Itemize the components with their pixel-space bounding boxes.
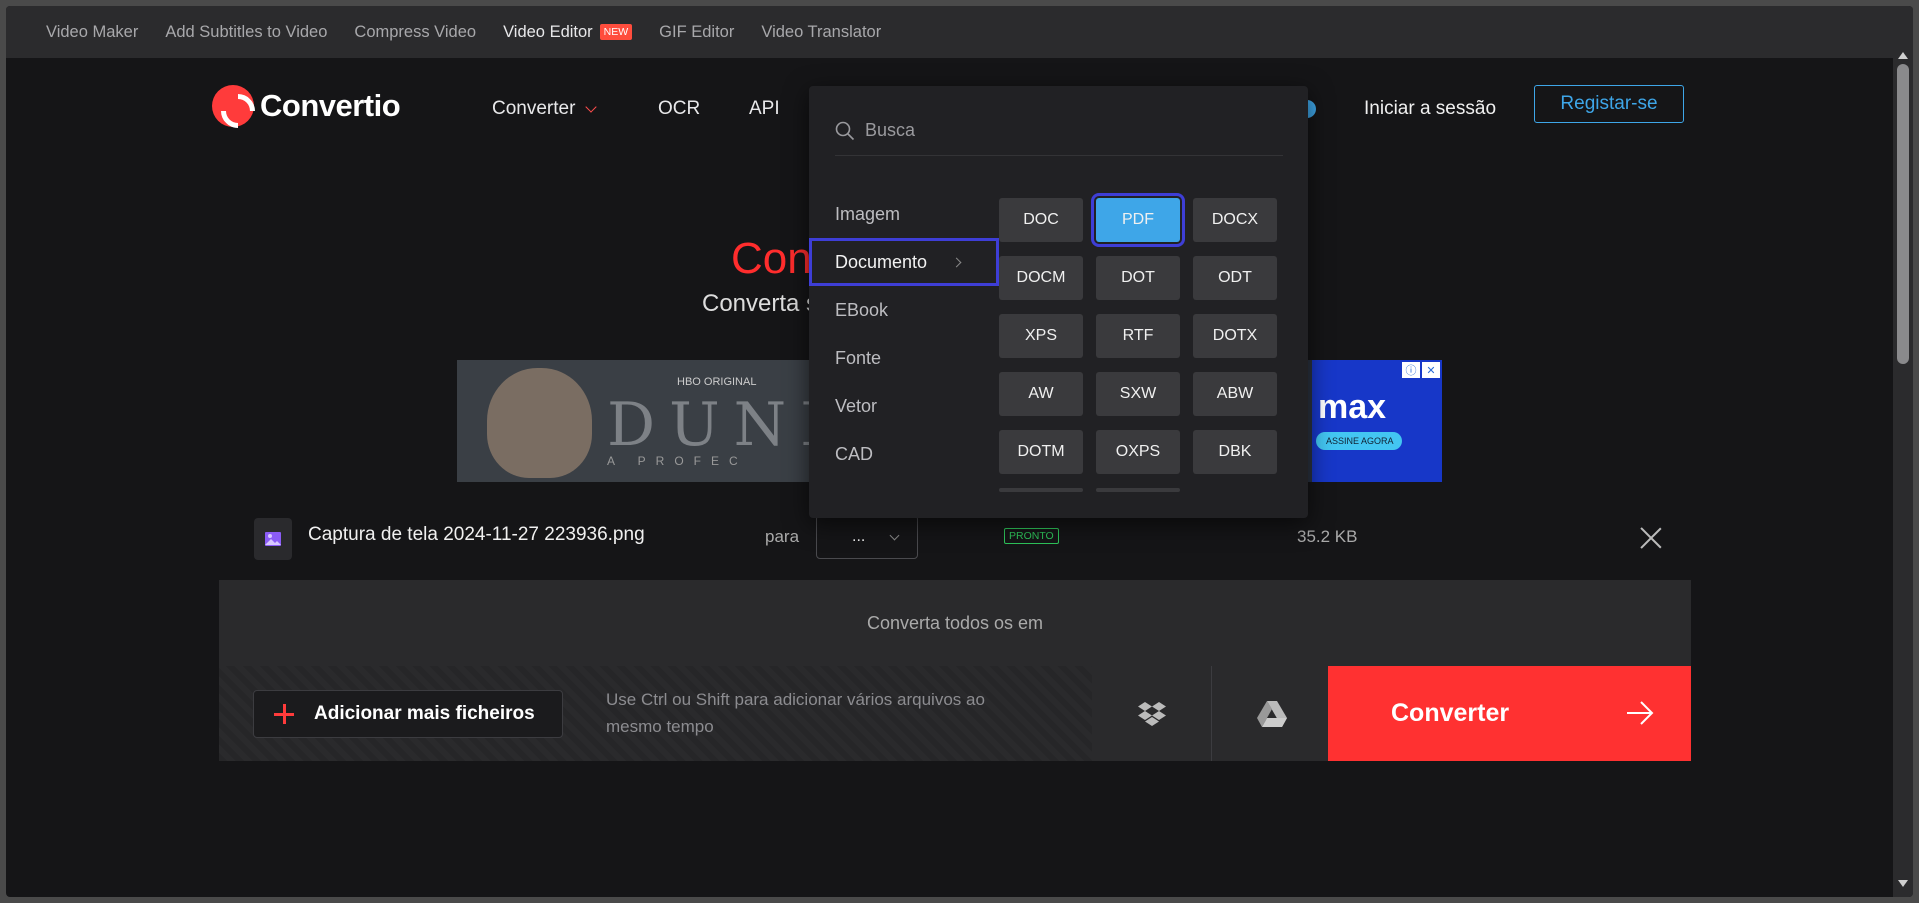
- format-doc[interactable]: DOC: [999, 198, 1083, 242]
- format-odt[interactable]: ODT: [1193, 256, 1277, 300]
- category-imagem[interactable]: Imagem: [809, 190, 999, 238]
- ad-portrait: [487, 368, 592, 478]
- remove-file-close-icon[interactable]: [1639, 526, 1663, 550]
- register-button[interactable]: Registar-se: [1534, 85, 1684, 123]
- page-title: Con: [731, 234, 812, 283]
- convert-all-label: Converta todos os em: [866, 612, 1044, 633]
- ad-close-icon[interactable]: ✕: [1422, 362, 1440, 378]
- ad-subtitle: A PROFEC: [607, 454, 748, 468]
- nav-ocr[interactable]: OCR: [658, 98, 700, 120]
- category-fonte[interactable]: Fonte: [809, 334, 999, 382]
- link-video-maker[interactable]: Video Maker: [46, 23, 138, 42]
- ad-info-icon[interactable]: ⓘ: [1402, 362, 1420, 378]
- format-dotm[interactable]: DOTM: [999, 430, 1083, 474]
- video-editor-label: Video Editor: [503, 22, 593, 41]
- scroll-up-arrow-icon[interactable]: [1898, 52, 1908, 59]
- scroll-down-arrow-icon[interactable]: [1898, 880, 1908, 887]
- dropbox-button[interactable]: [1092, 666, 1212, 761]
- category-cad[interactable]: CAD: [809, 430, 999, 478]
- multi-select-hint: Use Ctrl ou Shift para adicionar vários …: [606, 690, 985, 736]
- format-rtf[interactable]: RTF: [1096, 314, 1180, 358]
- ad-max-logo: max: [1318, 388, 1387, 426]
- status-badge: PRONTO: [1004, 528, 1059, 544]
- category-vetor[interactable]: Vetor: [809, 382, 999, 430]
- search-input[interactable]: Busca: [865, 120, 915, 141]
- ad-max-panel: max ASSINE AGORA: [1312, 360, 1442, 482]
- add-more-files-button[interactable]: Adicionar mais ficheiros: [253, 690, 563, 738]
- nav-converter-label: Converter: [492, 98, 576, 119]
- convert-button[interactable]: Converter: [1328, 666, 1691, 761]
- convert-all-bar[interactable]: Converta todos os em: [219, 580, 1691, 666]
- format-dotx[interactable]: DOTX: [1193, 314, 1277, 358]
- format-dot[interactable]: DOT: [1096, 256, 1180, 300]
- format-sxw[interactable]: SXW: [1096, 372, 1180, 416]
- nav-converter[interactable]: Converter: [492, 98, 598, 120]
- search-icon: [835, 121, 855, 140]
- link-video-translator[interactable]: Video Translator: [761, 23, 881, 42]
- format-select[interactable]: ...: [816, 515, 918, 559]
- ad-controls: ⓘ ✕: [1400, 362, 1440, 378]
- image-file-icon: [254, 518, 292, 560]
- file-name: Captura de tela 2024-11-27 223936.png: [308, 524, 645, 545]
- format-docm[interactable]: DOCM: [999, 256, 1083, 300]
- ad-hbo-label: HBO ORIGINAL: [677, 376, 757, 388]
- convert-button-label: Converter: [1391, 699, 1510, 727]
- plus-icon: [274, 704, 294, 724]
- google-drive-button[interactable]: [1212, 666, 1332, 761]
- format-search[interactable]: Busca: [835, 106, 1283, 156]
- convertio-logo-icon: [212, 85, 254, 127]
- top-product-bar: Video Maker Add Subtitles to Video Compr…: [6, 6, 1913, 58]
- format-pdf[interactable]: PDF: [1091, 193, 1185, 247]
- nav-api[interactable]: API: [749, 98, 780, 120]
- signin-link[interactable]: Iniciar a sessão: [1364, 98, 1496, 120]
- category-documento[interactable]: Documento: [809, 238, 999, 286]
- link-gif-editor[interactable]: GIF Editor: [659, 23, 734, 42]
- format-aw[interactable]: AW: [999, 372, 1083, 416]
- category-documento-label: Documento: [835, 251, 928, 272]
- format-dropdown: Busca Imagem Documento EBook Fonte Vetor…: [809, 86, 1308, 518]
- file-size: 35.2 KB: [1297, 527, 1358, 546]
- format-abw[interactable]: ABW: [1193, 372, 1277, 416]
- link-video-editor[interactable]: Video Editor NEW: [503, 22, 633, 42]
- dropbox-icon: [1137, 701, 1166, 726]
- new-badge: NEW: [599, 24, 633, 40]
- ad-cta-button[interactable]: ASSINE AGORA: [1316, 432, 1402, 450]
- add-more-files-label: Adicionar mais ficheiros: [314, 703, 535, 724]
- format-categories: Imagem Documento EBook Fonte Vetor CAD: [809, 190, 999, 478]
- google-drive-icon: [1257, 700, 1287, 727]
- category-ebook[interactable]: EBook: [809, 286, 999, 334]
- brand-name: Convertio: [260, 88, 401, 123]
- convertio-logo[interactable]: Convertio: [212, 85, 401, 127]
- to-label: para: [765, 527, 800, 546]
- chevron-down-icon: [585, 100, 598, 113]
- arrow-right-icon: [1627, 701, 1654, 725]
- format-xps[interactable]: XPS: [999, 314, 1083, 358]
- scroll-thumb[interactable]: [1897, 64, 1909, 364]
- format-more[interactable]: [1096, 488, 1180, 492]
- ad-image: HBO ORIGINAL DUNE A PROFEC: [457, 360, 857, 482]
- page-subtitle: Converta s: [702, 290, 819, 317]
- format-docx[interactable]: DOCX: [1193, 198, 1277, 242]
- link-add-subtitles[interactable]: Add Subtitles to Video: [165, 23, 327, 42]
- page-scrollbar[interactable]: [1893, 42, 1913, 897]
- link-compress-video[interactable]: Compress Video: [354, 23, 476, 42]
- format-grid: DOC PDF DOCX DOCM DOT ODT XPS RTF DOTX A…: [999, 193, 1289, 492]
- browser-frame: Video Maker Add Subtitles to Video Compr…: [6, 6, 1913, 897]
- action-bar: Adicionar mais ficheiros Use Ctrl ou Shi…: [219, 666, 1691, 761]
- chevron-right-icon: [951, 257, 962, 268]
- chevron-down-icon: [889, 530, 900, 540]
- format-dbk[interactable]: DBK: [1193, 430, 1277, 474]
- format-oxps[interactable]: OXPS: [1096, 430, 1180, 474]
- format-more[interactable]: [999, 488, 1083, 492]
- format-select-value: ...: [852, 528, 866, 545]
